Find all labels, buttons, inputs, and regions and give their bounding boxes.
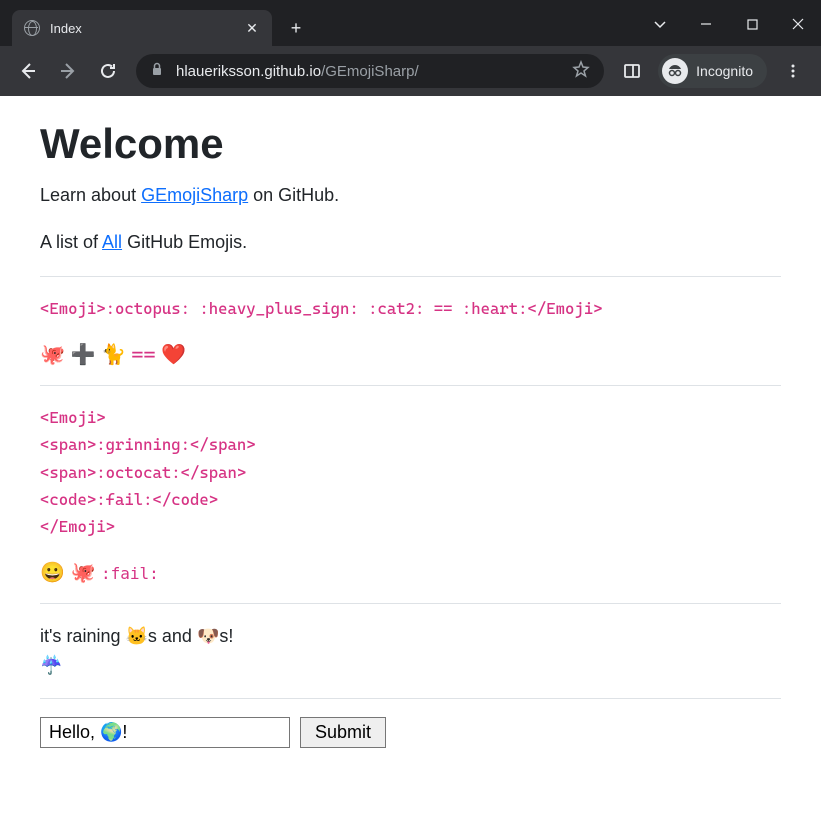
maximize-button[interactable] [729,8,775,40]
raining-text-3: s! [219,626,233,646]
url-path: /GEmojiSharp/ [321,63,419,80]
close-tab-button[interactable]: ✕ [244,20,260,36]
incognito-label: Incognito [696,63,753,79]
side-panel-button[interactable] [614,53,650,89]
raining-text-2: s and [148,626,197,646]
plus-emoji: ➕ [70,344,95,366]
new-tab-button[interactable]: + [282,14,310,42]
dropdown-icon[interactable] [637,8,683,40]
tab-title: Index [50,21,244,36]
cat-emoji: 🐈 [101,344,126,366]
page-content: Welcome Learn about GEmojiSharp on GitHu… [0,96,821,838]
window-controls [637,8,821,40]
intro-prefix: Learn about [40,185,141,205]
divider [40,698,781,699]
divider [40,603,781,604]
divider [40,385,781,386]
address-bar[interactable]: hlaueriksson.github.io/GEmojiSharp/ [136,54,604,88]
incognito-badge[interactable]: Incognito [658,54,767,88]
umbrella-emoji: ☔ [40,655,62,675]
incognito-icon [662,58,688,84]
submit-button[interactable]: Submit [300,717,386,748]
intro-suffix: on GitHub. [248,185,339,205]
browser-titlebar: Index ✕ + [0,0,821,46]
lock-icon [150,62,164,80]
page-heading: Welcome [40,120,781,168]
forward-button[interactable] [50,53,86,89]
emoji-output-1: 🐙 ➕ 🐈 == ❤️ [40,342,781,367]
bookmark-star-icon[interactable] [572,60,590,82]
list-suffix: GitHub Emojis. [122,232,247,252]
text-input[interactable] [40,717,290,748]
cat-face-emoji: 🐱 [125,626,147,646]
minimize-button[interactable] [683,8,729,40]
close-window-button[interactable] [775,8,821,40]
grinning-emoji: 😀 [40,562,65,584]
browser-toolbar: hlaueriksson.github.io/GEmojiSharp/ Inco… [0,46,821,96]
raining-paragraph: it's raining 🐱s and 🐶s! ☔ [40,622,781,680]
list-prefix: A list of [40,232,102,252]
list-paragraph: A list of All GitHub Emojis. [40,229,781,256]
browser-tab[interactable]: Index ✕ [12,10,272,46]
form-row: Submit [40,717,781,748]
gemojisharp-link[interactable]: GEmojiSharp [141,185,248,205]
raining-text-1: it's raining [40,626,125,646]
url-host: hlaueriksson.github.io [176,63,321,80]
back-button[interactable] [10,53,46,89]
divider [40,276,781,277]
fail-text: :fail: [101,564,159,583]
globe-icon [24,20,40,36]
octocat-emoji: 🐙 [70,562,95,584]
dog-face-emoji: 🐶 [197,626,219,646]
kebab-menu-button[interactable] [775,53,811,89]
code-block-2: <Emoji> <span>:grinning:</span> <span>:o… [40,404,781,540]
octopus-emoji: 🐙 [40,344,65,366]
equals-text: == [131,342,155,366]
reload-button[interactable] [90,53,126,89]
heart-emoji: ❤️ [161,344,186,366]
all-emojis-link[interactable]: All [102,232,122,252]
code-block-1: <Emoji>:octopus: :heavy_plus_sign: :cat2… [40,295,781,322]
emoji-output-2: 😀 🐙 :fail: [40,560,781,585]
intro-paragraph: Learn about GEmojiSharp on GitHub. [40,182,781,209]
